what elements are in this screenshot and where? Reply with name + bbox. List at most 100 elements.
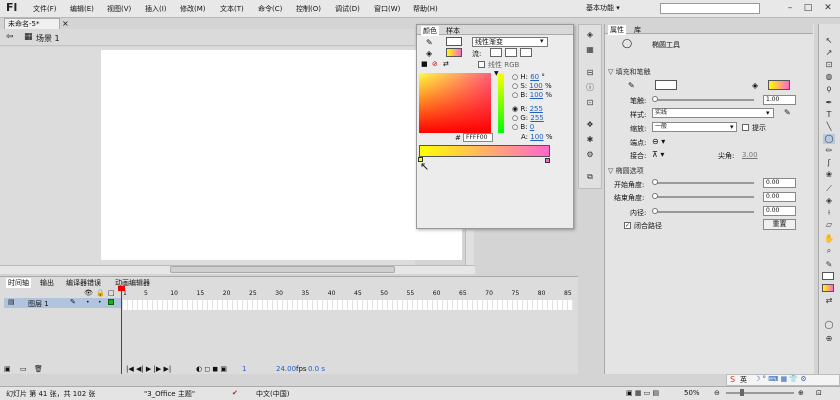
swap-colors-icon[interactable]: ⇄ — [443, 60, 449, 68]
tab-library[interactable]: 库 — [634, 25, 641, 35]
new-layer-icon[interactable]: ▣ — [4, 365, 11, 373]
ime-tools-icon[interactable]: ☽ ° ⌨ ▦ 👕 ⚙ — [754, 375, 807, 383]
delete-layer-icon[interactable]: 🗑 — [34, 365, 43, 373]
chevron-down-icon[interactable]: ▾ — [766, 109, 770, 117]
new-folder-icon[interactable]: ▭ — [20, 365, 27, 373]
eyedropper-icon[interactable]: ⟊ — [823, 208, 835, 218]
menu-file[interactable]: 文件(F) — [33, 4, 57, 14]
playhead[interactable] — [121, 286, 122, 374]
tab-swatches[interactable]: 样本 — [446, 26, 460, 36]
scale-select[interactable]: 一般 — [652, 122, 737, 132]
slider-knob[interactable] — [652, 179, 658, 185]
zoom-slider[interactable] — [726, 392, 794, 394]
motion-presets-icon[interactable]: ✱ — [584, 135, 596, 145]
tab-output[interactable]: 输出 — [40, 278, 54, 288]
end-angle-input[interactable]: 0.00 — [763, 192, 796, 202]
outline-icon[interactable]: □ — [108, 289, 115, 297]
stroke-width-input[interactable]: 1.00 — [763, 95, 796, 105]
lock-icon[interactable]: 🔒 — [96, 289, 105, 297]
subselection-tool-icon[interactable]: ↗ — [823, 48, 835, 58]
minimize-icon[interactable]: – — [784, 2, 796, 14]
linear-rgb-checkbox[interactable] — [478, 61, 485, 68]
snap-icon[interactable]: ⊕ — [823, 334, 835, 344]
menu-insert[interactable]: 插入(I) — [145, 4, 167, 14]
language[interactable]: 中文(中国) — [256, 389, 289, 399]
swatches-icon[interactable]: ▦ — [584, 45, 596, 55]
menu-view[interactable]: 视图(V) — [107, 4, 131, 14]
close-tab-icon[interactable]: × — [62, 19, 69, 28]
stroke-color-icon[interactable]: ✎ — [823, 260, 835, 270]
onion-skin-icon[interactable]: ◐ ◻ ◼ ▣ — [196, 365, 227, 373]
join-select-icon[interactable]: ⊼ ▾ — [652, 150, 664, 159]
maximize-icon[interactable]: □ — [802, 2, 814, 14]
object-drawing-icon[interactable]: ◯ — [823, 320, 835, 330]
menu-control[interactable]: 控制(O) — [296, 4, 321, 14]
zoom-level[interactable]: 50% — [684, 389, 700, 397]
flow-repeat-button[interactable] — [520, 48, 532, 57]
oval-tool-icon[interactable]: ◯ — [823, 134, 835, 144]
hue-value[interactable]: 60 — [530, 73, 539, 81]
toolbox-stroke-swatch[interactable] — [822, 272, 834, 280]
flow-extend-button[interactable] — [490, 48, 502, 57]
menu-edit[interactable]: 编辑(E) — [70, 4, 94, 14]
3d-rotation-icon[interactable]: ◍ — [823, 72, 835, 82]
no-color-icon[interactable]: ⊘ — [432, 60, 438, 68]
free-transform-icon[interactable]: ⊡ — [823, 60, 835, 70]
frame-ruler[interactable]: 1 5 10 15 20 25 30 35 40 45 50 55 60 65 70 75 80 85 — [123, 290, 573, 298]
tab-properties[interactable]: 属性 — [608, 25, 626, 35]
scrollbar-thumb[interactable] — [170, 266, 395, 273]
document-tab[interactable]: 未命名-5* — [4, 18, 60, 29]
section-fill-stroke[interactable]: ▽ 填充和笔触 — [608, 67, 651, 77]
section-oval-options[interactable]: ▽ 椭圆选项 — [608, 166, 644, 176]
hue-pointer-icon[interactable]: ▼ — [494, 70, 499, 77]
alpha-value[interactable]: 100 — [530, 133, 543, 141]
close-path-checkbox[interactable]: ✓ — [624, 222, 631, 229]
chevron-down-icon[interactable]: ▾ — [730, 123, 734, 131]
view-buttons[interactable]: ▣ ▦ ▭ ▤ — [626, 389, 659, 397]
workspace-switcher[interactable]: 基本功能 ▾ — [586, 3, 620, 13]
menu-text[interactable]: 文本(T) — [220, 4, 244, 14]
visibility-dot[interactable]: • — [86, 299, 90, 306]
default-colors-icon[interactable]: ■ — [421, 60, 428, 68]
menu-window[interactable]: 窗口(W) — [374, 4, 400, 14]
inner-radius-input[interactable]: 0.00 — [763, 206, 796, 216]
eraser-icon[interactable]: ▱ — [823, 220, 835, 230]
tab-compiler-errors[interactable]: 编译器错误 — [66, 278, 101, 288]
history-icon[interactable]: ⧉ — [584, 172, 596, 182]
saturation-value[interactable]: 100 — [529, 82, 542, 90]
menu-modify[interactable]: 修改(M) — [180, 4, 206, 14]
playback-controls[interactable]: |◀ ◀| ▶ |▶ ▶| — [126, 365, 171, 373]
edit-style-icon[interactable]: ✎ — [784, 108, 791, 117]
zoom-slider-thumb[interactable] — [740, 389, 744, 396]
stage-canvas[interactable] — [101, 50, 462, 260]
style-select[interactable]: 实线 — [652, 108, 774, 118]
pencil-tool-icon[interactable]: ✏ — [823, 146, 835, 156]
align-icon[interactable]: ⊟ — [584, 68, 596, 78]
flow-reflect-button[interactable] — [505, 48, 517, 57]
start-angle-slider[interactable] — [654, 182, 754, 184]
vertical-scrollbar[interactable] — [465, 230, 474, 265]
frame-rate[interactable]: 24.00 — [276, 365, 296, 373]
fit-window-icon[interactable]: ⊡ — [816, 389, 822, 397]
brightness-value[interactable]: 100 — [530, 91, 543, 99]
stroke-color-swatch[interactable] — [446, 37, 462, 46]
hinting-checkbox[interactable] — [742, 124, 749, 131]
reset-button[interactable]: 重置 — [763, 219, 796, 230]
miter-value[interactable]: 3.00 — [742, 151, 758, 159]
zoom-in-icon[interactable]: ⊕ — [798, 389, 804, 397]
red-value[interactable]: 255 — [530, 105, 543, 113]
bone-tool-icon[interactable]: ⟋ — [823, 184, 835, 194]
inner-radius-slider[interactable] — [654, 211, 754, 213]
playhead-handle[interactable] — [118, 286, 125, 291]
spellcheck-icon[interactable]: ✔ — [232, 389, 238, 397]
slider-knob[interactable] — [652, 96, 658, 102]
menu-commands[interactable]: 命令(C) — [258, 4, 282, 14]
pen-tool-icon[interactable]: ✒ — [823, 98, 835, 108]
layer-name[interactable]: 图层 1 — [28, 299, 49, 309]
lasso-icon[interactable]: ϙ — [823, 84, 835, 94]
deco-tool-icon[interactable]: ❀ — [823, 170, 835, 180]
stroke-color-picker[interactable] — [655, 80, 677, 90]
slider-knob[interactable] — [652, 193, 658, 199]
menu-debug[interactable]: 调试(D) — [335, 4, 360, 14]
blue-value[interactable]: 0 — [530, 123, 534, 131]
